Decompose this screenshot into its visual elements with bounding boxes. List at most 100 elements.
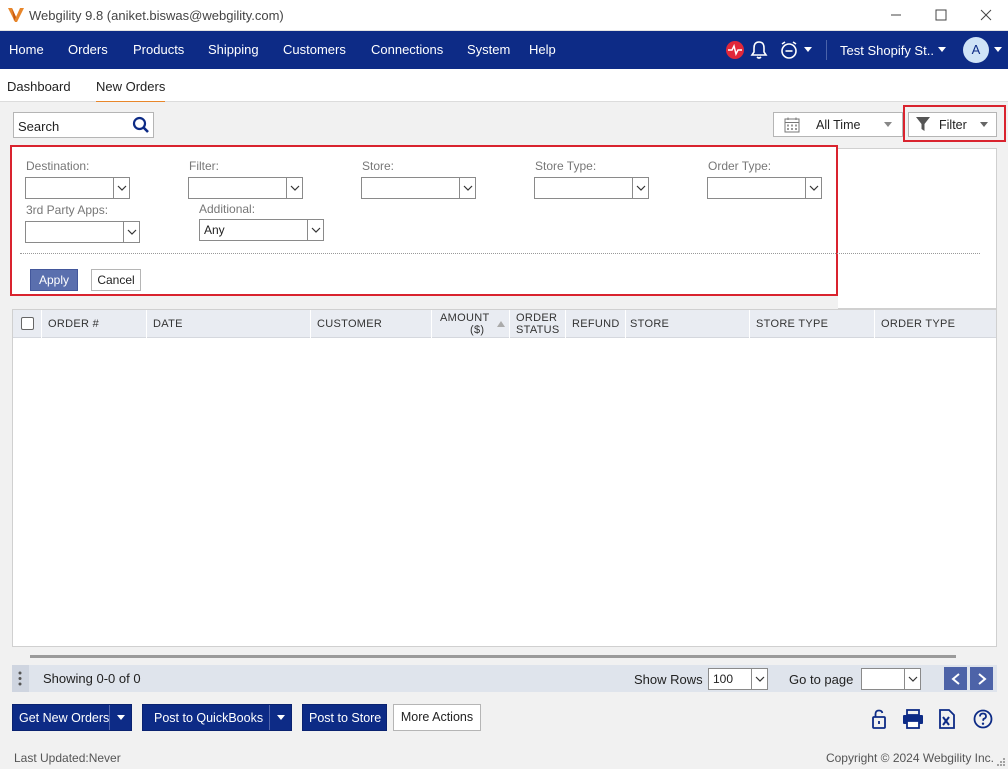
pager-handle[interactable] [12, 665, 29, 692]
order-type-label: Order Type: [708, 159, 772, 173]
destination-label: Destination: [26, 159, 90, 173]
close-icon [980, 9, 992, 21]
help-icon[interactable] [973, 709, 993, 729]
post-to-store-button[interactable]: Post to Store [302, 704, 387, 731]
store-selector[interactable]: Test Shopify St.. [840, 43, 934, 58]
post-to-store-label: Post to Store [309, 711, 382, 725]
bell-icon[interactable] [750, 40, 768, 60]
lock-icon[interactable] [869, 709, 889, 729]
nav-products[interactable]: Products [133, 42, 184, 57]
panel-divider [20, 253, 980, 254]
rows-per-page-value: 100 [713, 672, 734, 686]
post-to-quickbooks-dropdown[interactable] [269, 705, 291, 730]
filter-type-select[interactable] [188, 177, 303, 199]
col-store[interactable]: STORE [625, 310, 749, 338]
minimize-icon [891, 14, 901, 16]
nav-connections[interactable]: Connections [371, 42, 443, 57]
store-type-label: Store Type: [535, 159, 597, 173]
pager-bar: Showing 0-0 of 0 Show Rows 100 Go to pag… [12, 665, 997, 692]
chevron-down-icon [636, 185, 645, 191]
chevron-down-icon [127, 229, 136, 235]
filter-highlight-box [903, 105, 1006, 142]
previous-page-button[interactable] [944, 667, 967, 690]
date-chevron-icon [884, 122, 892, 127]
additional-value: Any [204, 223, 225, 237]
get-new-orders-dropdown[interactable] [109, 705, 131, 730]
chevron-down-icon [908, 676, 917, 682]
main-nav: Home Orders Products Shipping Customers … [0, 31, 1008, 69]
nav-separator [826, 40, 827, 60]
additional-select[interactable]: Any [199, 219, 324, 241]
third-party-apps-select[interactable] [25, 221, 140, 243]
window-title: Webgility 9.8 (aniket.biswas@webgility.c… [29, 8, 284, 23]
maximize-icon [935, 9, 947, 21]
go-to-page-select[interactable] [861, 668, 921, 690]
destination-select[interactable] [25, 177, 130, 199]
nav-shipping[interactable]: Shipping [208, 42, 259, 57]
grid-header: ORDER # DATE CUSTOMER AMOUNT ($) ORDER S… [13, 310, 996, 338]
col-date[interactable]: DATE [146, 310, 310, 338]
col-store-type[interactable]: STORE TYPE [749, 310, 874, 338]
chevron-down-icon [755, 676, 764, 682]
get-new-orders-label: Get New Orders [19, 711, 110, 725]
col-amount[interactable]: AMOUNT ($) [431, 310, 509, 338]
rows-per-page-select[interactable]: 100 [708, 668, 768, 690]
copyright: Copyright © 2024 Webgility Inc. [825, 751, 994, 765]
col-refund[interactable]: REFUND [565, 310, 625, 338]
cancel-button[interactable]: Cancel [91, 269, 141, 291]
date-range-dropdown[interactable]: All Time [773, 112, 903, 137]
order-type-select[interactable] [707, 177, 822, 199]
nav-help[interactable]: Help [529, 42, 556, 57]
additional-label: Additional: [199, 202, 256, 216]
chevron-down-icon [290, 185, 299, 191]
tab-new-orders[interactable]: New Orders [96, 79, 166, 103]
tab-dashboard[interactable]: Dashboard [7, 79, 71, 94]
post-to-quickbooks-button[interactable]: Post to QuickBooks [142, 704, 292, 731]
nav-system[interactable]: System [467, 42, 510, 57]
get-new-orders-button[interactable]: Get New Orders [12, 704, 132, 731]
maximize-button[interactable] [921, 4, 961, 26]
last-updated: Last Updated:Never [14, 751, 121, 765]
export-excel-icon[interactable] [937, 709, 957, 729]
col-customer[interactable]: CUSTOMER [310, 310, 431, 338]
chevron-left-icon [950, 672, 960, 685]
minimize-button[interactable] [876, 4, 916, 26]
store-dropdown-icon[interactable] [938, 47, 946, 53]
next-page-button[interactable] [970, 667, 993, 690]
store-select[interactable] [361, 177, 476, 199]
search-icon[interactable] [132, 116, 150, 134]
select-all-checkbox[interactable] [21, 317, 34, 330]
show-rows-label: Show Rows [634, 672, 703, 687]
post-to-quickbooks-label: Post to QuickBooks [154, 711, 264, 725]
store-type-select[interactable] [534, 177, 649, 199]
alarm-clock-icon[interactable] [779, 40, 799, 60]
nav-customers[interactable]: Customers [283, 42, 346, 57]
sort-ascending-icon [497, 321, 505, 327]
chevron-down-icon [116, 714, 125, 720]
filter-panel-extension [838, 148, 997, 309]
search-placeholder: Search [18, 119, 60, 134]
nav-home[interactable]: Home [9, 42, 44, 57]
print-icon[interactable] [902, 709, 924, 729]
horizontal-scrollbar[interactable] [30, 655, 956, 658]
webgility-logo-icon [8, 8, 24, 22]
search-input[interactable]: Search [13, 112, 154, 138]
chevron-down-icon [311, 227, 320, 233]
more-actions-button[interactable]: More Actions [393, 704, 481, 731]
col-order-number[interactable]: ORDER # [41, 310, 146, 338]
col-order-status[interactable]: ORDER STATUS [509, 310, 565, 338]
chevron-down-icon [117, 185, 126, 191]
user-avatar[interactable]: A [963, 37, 989, 63]
col-order-type[interactable]: ORDER TYPE [874, 310, 996, 338]
user-dropdown-icon[interactable] [994, 47, 1002, 53]
activity-pulse-icon[interactable] [725, 40, 745, 60]
title-bar: Webgility 9.8 (aniket.biswas@webgility.c… [0, 0, 1008, 31]
chevron-down-icon[interactable] [804, 47, 812, 53]
resize-grip-icon[interactable] [996, 757, 1006, 767]
sub-tabs: Dashboard New Orders [0, 69, 1008, 103]
date-range-value: All Time [816, 118, 861, 132]
close-button[interactable] [966, 4, 1006, 26]
apply-button[interactable]: Apply [30, 269, 78, 291]
nav-orders[interactable]: Orders [68, 42, 108, 57]
third-party-apps-label: 3rd Party Apps: [26, 203, 109, 217]
